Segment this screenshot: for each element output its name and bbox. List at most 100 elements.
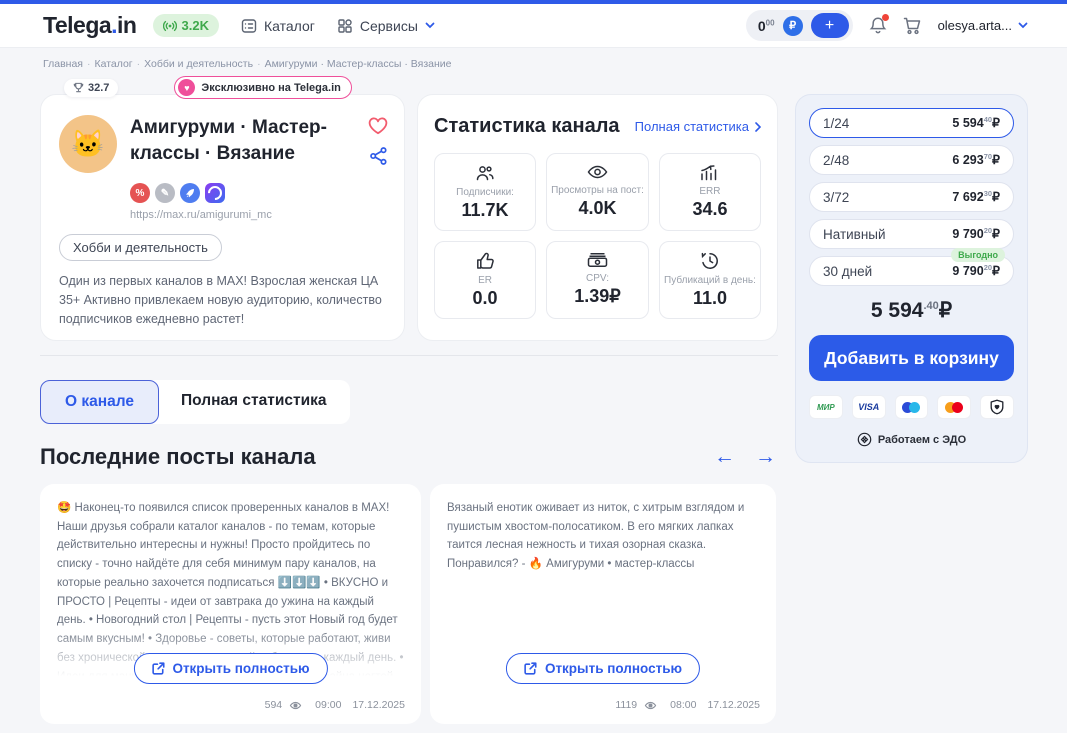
ruble-icon: ₽ (783, 16, 803, 36)
prev-posts-arrow[interactable]: ← (714, 445, 735, 469)
pricing-option-3-72[interactable]: 3/72 7 69230₽ (809, 182, 1014, 212)
channel-title: Амигуруми · Мастер-классы · Вязание (130, 115, 335, 173)
channel-avatar: 🐱 (59, 115, 117, 173)
posts-per-day-icon (701, 252, 719, 270)
stat-tile-cpv: CPV: 1.39₽ (546, 241, 649, 319)
tabs: О канале Полная статистика (40, 380, 778, 424)
online-count: 3.2K (182, 18, 209, 33)
user-menu[interactable]: olesya.arta... (938, 18, 1028, 33)
chevron-down-icon (1018, 22, 1028, 29)
full-stats-link[interactable]: Полная статистика (635, 119, 761, 134)
username: olesya.arta... (938, 18, 1012, 33)
open-full-post-button[interactable]: Открыть полностью (133, 653, 327, 684)
breadcrumb: Главная Каталог Хобби и деятельность Ами… (0, 48, 1067, 76)
post-time: 09:00 (315, 699, 341, 711)
cart-icon (903, 17, 922, 35)
pci-shield-icon (980, 395, 1014, 419)
pen-icon[interactable]: ✎ (155, 183, 175, 203)
chevron-down-icon (425, 22, 435, 29)
trophy-icon (73, 82, 84, 93)
pricing-option-native[interactable]: Нативный 9 79020₽ (809, 219, 1014, 249)
balance-widget[interactable]: 000 ₽ + (746, 10, 853, 41)
pricing-option-30-days[interactable]: Выгодно 30 дней 9 79020₽ (809, 256, 1014, 286)
open-full-post-button[interactable]: Открыть полностью (506, 653, 700, 684)
breadcrumb-item: Амигуруми · Мастер-классы · Вязание (265, 58, 452, 70)
stat-tile-err: ERR 34.6 (659, 153, 761, 231)
post-meta: 594 09:00 17.12.2025 (265, 699, 405, 711)
broadcast-icon (163, 20, 177, 32)
post-views: 594 (265, 699, 283, 711)
pricing-option-1-24[interactable]: 1/24 5 59440₽ (809, 108, 1014, 138)
posts-section-title: Последние посты канала (40, 444, 316, 470)
channel-card: 🐱 Амигуруми · Мастер-классы · Вязание % … (40, 94, 405, 341)
stat-tile-subscribers: Подписчики: 11.7K (434, 153, 536, 231)
external-link-icon (524, 662, 537, 675)
edo-handshake-icon (857, 432, 872, 447)
notifications-button[interactable] (869, 16, 887, 35)
chevron-right-icon (755, 122, 761, 132)
cart-button[interactable] (903, 17, 922, 35)
header: Telega.in 3.2K Каталог Сервисы 000 ₽ + o… (0, 4, 1067, 48)
cpv-icon (587, 252, 608, 268)
tab-about-channel[interactable]: О канале (40, 380, 159, 424)
total-price: 5 594.40₽ (809, 298, 1014, 323)
rocket-icon[interactable] (180, 183, 200, 203)
payment-methods: МИР VISA (809, 395, 1014, 419)
subscribers-icon (475, 164, 495, 182)
notification-dot (882, 14, 889, 21)
stat-tile-er: ER 0.0 (434, 241, 536, 319)
visa-icon: VISA (852, 395, 886, 419)
category-chip[interactable]: Хобби и деятельность (59, 234, 222, 261)
views-eye-icon (644, 701, 657, 710)
channel-rating-badge: 32.7 (64, 79, 118, 97)
balance-amount: 000 (758, 18, 775, 34)
stat-tile-posts-per-day: Публикаций в день: 11.0 (659, 241, 761, 319)
post-date: 17.12.2025 (707, 699, 760, 711)
edo-note: Работаем с ЭДО (809, 432, 1014, 447)
post-views: 1119 (615, 699, 637, 711)
breadcrumb-item[interactable]: Главная (43, 58, 90, 70)
nav-services[interactable]: Сервисы (337, 18, 435, 34)
post-text: Вязаный енотик оживает из ниток, с хитры… (447, 499, 759, 574)
er-icon (476, 252, 495, 270)
heart-icon: ♥ (178, 79, 195, 96)
nav-catalog[interactable]: Каталог (241, 18, 315, 34)
err-icon (700, 164, 719, 181)
stats-title: Статистика канала (434, 115, 620, 138)
breadcrumb-item[interactable]: Каталог (94, 58, 140, 70)
exclusive-badge: ♥ Эксклюзивно на Telega.in (174, 76, 351, 99)
share-icon[interactable] (370, 147, 387, 165)
percent-icon[interactable]: % (130, 183, 150, 203)
catalog-icon (241, 18, 257, 34)
section-divider (40, 355, 778, 356)
maestro-icon (895, 395, 929, 419)
add-funds-button[interactable]: + (811, 13, 849, 38)
post-meta: 1119 08:00 17.12.2025 (615, 699, 760, 711)
channel-stats-card: Статистика канала Полная статистика Подп… (417, 94, 778, 341)
bargain-badge: Выгодно (951, 248, 1005, 262)
channel-url[interactable]: https://max.ru/amigurumi_mc (130, 209, 386, 221)
stat-tile-views-per-post: Просмотры на пост: 4.0K (546, 153, 649, 231)
channel-social-icons: % ✎ (130, 183, 386, 203)
mir-icon: МИР (809, 395, 843, 419)
tab-full-stats[interactable]: Полная статистика (153, 380, 350, 424)
add-to-cart-button[interactable]: Добавить в корзину (809, 335, 1014, 381)
post-card: Вязаный енотик оживает из ниток, с хитры… (430, 484, 776, 724)
services-grid-icon (337, 18, 353, 34)
telega-logo[interactable]: Telega.in (43, 12, 137, 39)
channel-description: Один из первых каналов в MAX! Взрослая ж… (59, 272, 386, 328)
online-counter-badge: 3.2K (153, 14, 219, 37)
views-eye-icon (289, 701, 302, 710)
post-time: 08:00 (670, 699, 696, 711)
mastercard-icon (937, 395, 971, 419)
pricing-card: 1/24 5 59440₽ 2/48 6 29370₽ 3/72 7 69230… (795, 94, 1028, 463)
breadcrumb-item[interactable]: Хобби и деятельность (144, 58, 260, 70)
max-messenger-icon[interactable] (205, 183, 225, 203)
post-card: 🤩 Наконец-то появился список проверенных… (40, 484, 421, 724)
pricing-option-2-48[interactable]: 2/48 6 29370₽ (809, 145, 1014, 175)
post-date: 17.12.2025 (352, 699, 405, 711)
favorite-heart-icon[interactable] (368, 117, 388, 135)
views-per-post-icon (587, 164, 608, 180)
external-link-icon (151, 662, 164, 675)
next-posts-arrow[interactable]: → (755, 445, 776, 469)
